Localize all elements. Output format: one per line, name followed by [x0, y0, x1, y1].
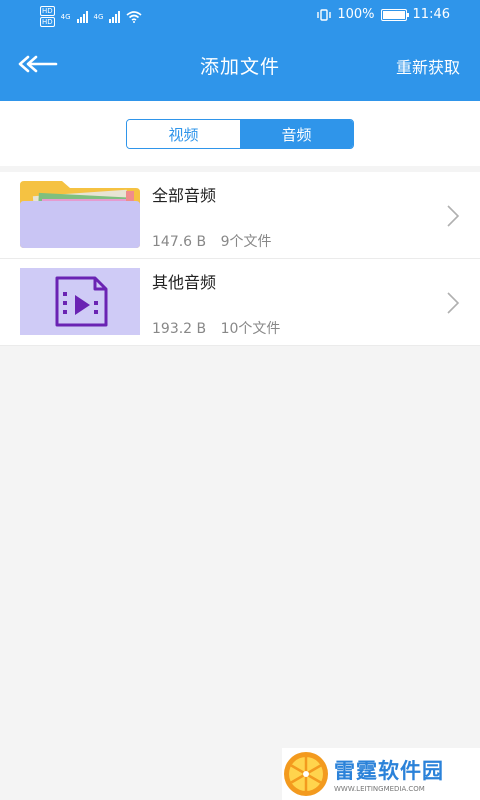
refresh-button[interactable]: 重新获取 [396, 54, 460, 78]
tab-video[interactable]: 视频 [127, 120, 240, 148]
item-meta: 147.6 B 9个文件 [152, 231, 272, 251]
hd-badge: HD [40, 17, 55, 27]
item-count: 10个文件 [220, 321, 281, 337]
watermark-text: 雷霆软件园 WWW.LEITINGMEDIA.COM [334, 755, 444, 793]
chevron-right-icon [447, 292, 460, 314]
item-meta: 193.2 B 10个文件 [152, 318, 280, 338]
status-left-group: HD HD 4G 4G [40, 6, 142, 27]
audio-folder-list: 全部音频 147.6 B 9个文件 其他音频 193.2 B 10个文件 [0, 172, 480, 346]
battery-percent: 100% [337, 7, 375, 22]
item-size: 193.2 B [152, 321, 207, 337]
status-right-group: 100% 11:46 [317, 7, 450, 22]
list-item-all-audio[interactable]: 全部音频 147.6 B 9个文件 [0, 172, 480, 259]
network-type-label: 4G [60, 12, 71, 21]
folder-icon [20, 181, 140, 248]
item-title: 全部音频 [152, 186, 217, 205]
watermark-sub: WWW.LEITINGMEDIA.COM [334, 785, 425, 793]
item-title: 其他音频 [152, 273, 217, 292]
signal-icon [109, 10, 121, 23]
title-bar: 添加文件 重新获取 [0, 30, 480, 101]
tab-area: 视频 音频 [0, 101, 480, 166]
vibrate-icon [317, 8, 332, 21]
network-type-label: 4G [93, 12, 104, 21]
app-header: HD HD 4G 4G 100% 11:46 添加文件 重新获取 [0, 0, 480, 101]
list-item-other-audio[interactable]: 其他音频 193.2 B 10个文件 [0, 259, 480, 346]
orange-slice-logo-icon [284, 752, 328, 796]
item-size: 147.6 B [152, 234, 207, 250]
status-bar: HD HD 4G 4G 100% 11:46 [0, 0, 480, 30]
watermark-main: 雷霆软件园 [334, 759, 444, 783]
watermark: 雷霆软件园 WWW.LEITINGMEDIA.COM [282, 748, 480, 800]
hd-badge-stack: HD HD [40, 6, 55, 27]
tab-audio[interactable]: 音频 [240, 120, 353, 148]
media-type-segmented-control: 视频 音频 [126, 119, 354, 149]
signal-icon [76, 10, 88, 23]
battery-icon [380, 8, 409, 21]
wifi-icon [126, 10, 142, 23]
chevron-right-icon [447, 205, 460, 227]
clock: 11:46 [412, 7, 450, 22]
item-count: 9个文件 [220, 234, 272, 250]
video-file-icon [20, 268, 140, 335]
hd-badge: HD [40, 6, 55, 16]
